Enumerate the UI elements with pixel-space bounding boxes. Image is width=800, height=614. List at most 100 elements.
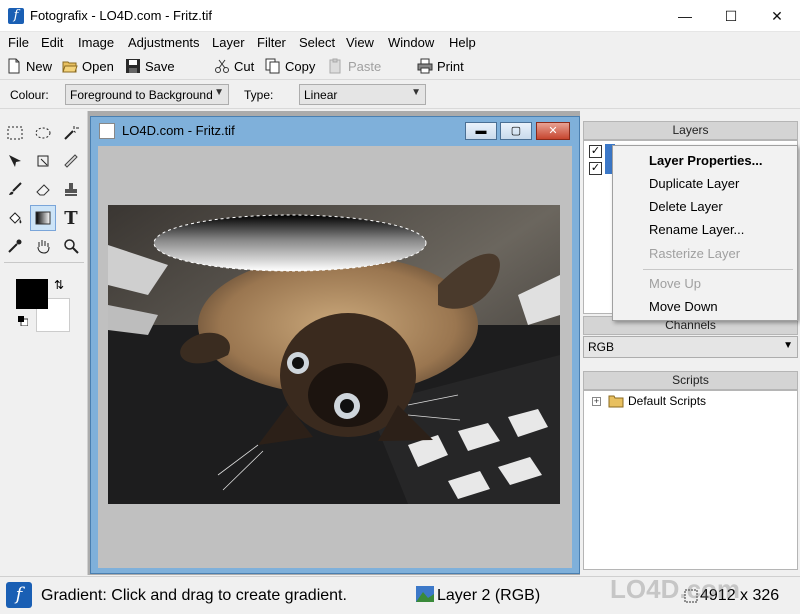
open-label: Open (82, 58, 114, 74)
zoom-tool[interactable] (58, 233, 84, 259)
brush-tool[interactable] (2, 176, 28, 202)
ellipse-select-icon (35, 127, 51, 139)
ellipse-select-tool[interactable] (30, 120, 56, 146)
cat-photo (108, 205, 560, 504)
reset-colors-icon[interactable] (18, 316, 28, 326)
scripts-tree: + Default Scripts (583, 390, 798, 570)
new-button[interactable]: New (6, 57, 52, 75)
paste-label: Paste (348, 58, 382, 74)
text-tool[interactable]: T (58, 205, 84, 231)
printer-icon (417, 58, 433, 74)
folder-icon (608, 395, 624, 408)
status-message: Gradient: Click and drag to create gradi… (41, 587, 347, 604)
channels-select[interactable]: RGB ▼ (583, 336, 798, 358)
type-select[interactable]: Linear ▼ (299, 84, 426, 105)
menu-adjustments[interactable]: Adjustments (128, 35, 200, 50)
save-label: Save (145, 58, 175, 74)
print-label: Print (437, 58, 464, 74)
layer-visibility-checkbox[interactable]: ✓ (589, 162, 602, 175)
type-value: Linear (304, 88, 338, 102)
magic-wand-icon (64, 126, 79, 140)
chevron-down-icon: ▼ (411, 87, 421, 98)
paste-button[interactable]: Paste (328, 57, 381, 75)
menu-item-duplicate-layer[interactable]: Duplicate Layer (649, 176, 739, 191)
move-icon (9, 155, 21, 167)
menu-filter[interactable]: Filter (257, 35, 286, 50)
layer-image-icon (416, 586, 434, 602)
minimize-button[interactable]: — (662, 0, 708, 32)
print-button[interactable]: Print (417, 57, 464, 75)
eraser-icon (36, 184, 50, 196)
eyedropper-tool[interactable] (2, 233, 28, 259)
measure-tool[interactable] (58, 148, 84, 174)
colour-value: Foreground to Background (70, 88, 213, 102)
menu-layer[interactable]: Layer (212, 35, 245, 50)
save-button[interactable]: Save (125, 57, 175, 75)
clone-stamp-tool[interactable] (58, 176, 84, 202)
brush-icon (9, 182, 22, 195)
menu-bar: File Edit Image Adjustments Layer Filter… (0, 32, 800, 54)
paint-bucket-icon (9, 212, 22, 224)
gradient-tool[interactable] (30, 205, 56, 231)
menu-item-delete-layer[interactable]: Delete Layer (649, 199, 723, 214)
hand-tool[interactable] (30, 233, 56, 259)
chevron-down-icon: ▼ (783, 340, 793, 351)
ruler-icon (64, 154, 78, 168)
crop-icon (37, 155, 49, 167)
layer-context-menu: Layer Properties... Duplicate Layer Dele… (612, 145, 798, 321)
rect-select-tool[interactable] (2, 120, 28, 146)
menu-edit[interactable]: Edit (41, 35, 63, 50)
menu-help[interactable]: Help (449, 35, 476, 50)
chevron-down-icon: ▼ (214, 87, 224, 98)
menu-item-move-down[interactable]: Move Down (649, 299, 718, 314)
menu-item-rename-layer[interactable]: Rename Layer... (649, 222, 744, 237)
magic-wand-tool[interactable] (58, 120, 84, 146)
hand-icon (37, 240, 50, 254)
foreground-color-swatch[interactable] (16, 279, 48, 309)
menu-item-layer-properties[interactable]: Layer Properties... (649, 153, 762, 168)
menu-window[interactable]: Window (388, 35, 434, 50)
scripts-item-default[interactable]: Default Scripts (628, 394, 706, 408)
swap-colors-icon[interactable]: ⇅ (54, 278, 64, 292)
toolbar: New Open Save Cut Copy Paste Print (0, 54, 800, 78)
floppy-disk-icon (126, 59, 140, 73)
maximize-button[interactable]: ☐ (708, 0, 754, 32)
paste-icon (329, 58, 341, 74)
crop-tool[interactable] (30, 148, 56, 174)
doc-minimize-button[interactable]: ▬ (465, 122, 497, 140)
menu-select[interactable]: Select (299, 35, 335, 50)
copy-button[interactable]: Copy (265, 57, 315, 75)
menu-separator (643, 269, 793, 270)
menu-item-move-up: Move Up (649, 276, 702, 291)
cut-button[interactable]: Cut (214, 57, 254, 75)
menu-view[interactable]: View (346, 35, 374, 50)
colour-select[interactable]: Foreground to Background ▼ (65, 84, 229, 105)
layer-visibility-checkbox[interactable]: ✓ (589, 145, 602, 158)
scissors-icon (215, 59, 229, 73)
menu-item-rasterize-layer: Rasterize Layer (649, 246, 741, 261)
magnifier-icon (64, 239, 79, 254)
app-logo-icon: f (6, 582, 32, 608)
image-canvas[interactable] (108, 205, 560, 504)
doc-maximize-button[interactable]: ▢ (500, 122, 532, 140)
status-layer: Layer 2 (RGB) (437, 587, 541, 604)
doc-close-button[interactable]: ✕ (536, 122, 570, 140)
new-file-icon (8, 58, 20, 74)
window-title: Fotografix - LO4D.com - Fritz.tif (30, 8, 213, 23)
menu-file[interactable]: File (8, 35, 29, 50)
open-button[interactable]: Open (62, 57, 114, 75)
tools-divider (4, 262, 84, 263)
move-tool[interactable] (2, 148, 28, 174)
scripts-panel-header: Scripts (583, 371, 798, 390)
maximize-icon: ▢ (510, 125, 522, 137)
menu-image[interactable]: Image (78, 35, 114, 50)
eyedropper-icon (8, 239, 22, 253)
eraser-tool[interactable] (30, 176, 56, 202)
document-title: LO4D.com - Fritz.tif (122, 123, 235, 138)
gradient-icon (35, 211, 51, 225)
expand-icon[interactable]: + (592, 397, 601, 406)
fill-tool[interactable] (2, 205, 28, 231)
watermark: LO4D.com (610, 574, 741, 604)
close-button[interactable]: ✕ (754, 0, 800, 32)
tool-options-bar: Colour: Foreground to Background ▼ Type:… (0, 79, 800, 109)
